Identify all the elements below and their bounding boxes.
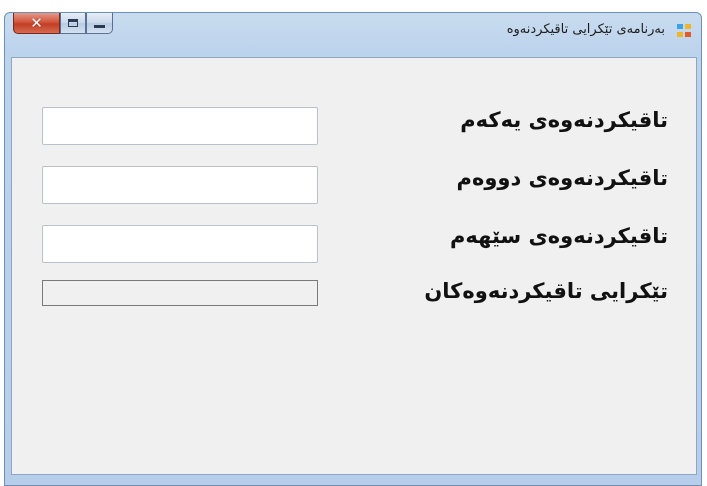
maximize-button[interactable] <box>60 13 86 34</box>
minimize-button[interactable] <box>86 13 113 34</box>
maximize-icon <box>68 19 78 27</box>
title-bar[interactable]: ✕ بەرنامەی تێکرایی تاقیکردنەوە <box>5 13 701 49</box>
third-test-label: تاقیکردنەوەی سێهەم <box>450 224 668 248</box>
form-client-area: تاقیکردنەوەی یەکەم تاقیکردنەوەی دووەم تا… <box>11 57 697 475</box>
app-window: ✕ بەرنامەی تێکرایی تاقیکردنەوە تاقیکردنە… <box>4 12 702 486</box>
first-test-label: تاقیکردنەوەی یەکەم <box>460 108 668 132</box>
window-title: بەرنامەی تێکرایی تاقیکردنەوە <box>506 22 665 37</box>
close-icon: ✕ <box>30 13 43 32</box>
app-icon[interactable] <box>677 24 691 37</box>
close-button[interactable]: ✕ <box>13 13 60 34</box>
average-output <box>42 280 318 306</box>
second-test-label: تاقیکردنەوەی دووەم <box>456 166 668 190</box>
third-test-input[interactable] <box>42 225 318 263</box>
average-label: تێکرایی تاقیکردنەوەکان <box>424 279 668 303</box>
first-test-input[interactable] <box>42 107 318 145</box>
minimize-icon <box>94 24 105 28</box>
caption-buttons: ✕ <box>13 13 113 35</box>
second-test-input[interactable] <box>42 166 318 204</box>
